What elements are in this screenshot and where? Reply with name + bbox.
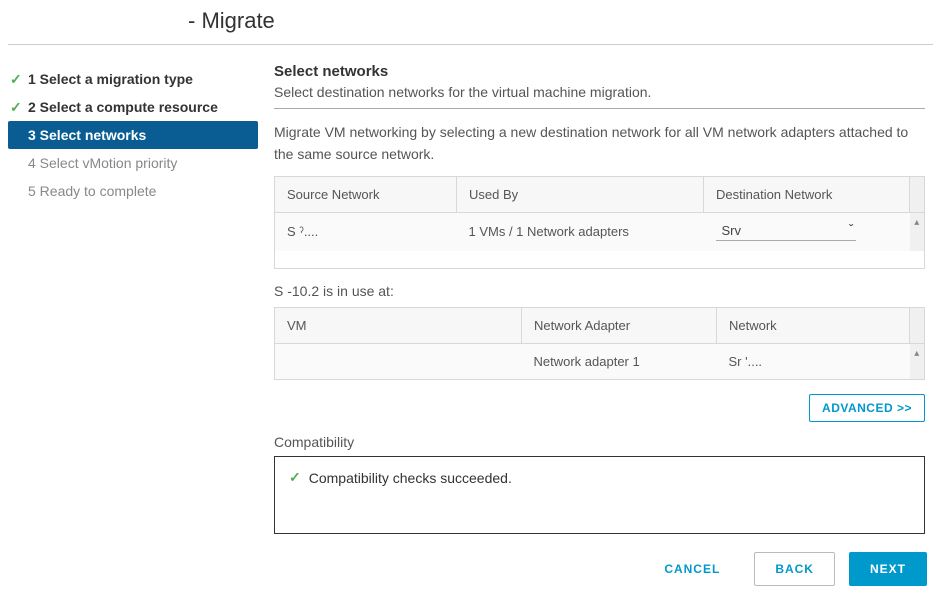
step-vmotion-priority: 4 Select vMotion priority <box>8 149 258 177</box>
network-mapping-table: Source Network Used By Destination Netwo… <box>274 176 925 270</box>
compatibility-message: Compatibility checks succeeded. <box>309 470 512 486</box>
step-label: 3 Select networks <box>28 127 146 143</box>
col-network[interactable]: Network <box>717 308 910 344</box>
compatibility-label: Compatibility <box>274 434 925 450</box>
col-adapter[interactable]: Network Adapter <box>522 308 717 344</box>
step-label: 5 Ready to complete <box>28 183 156 199</box>
cancel-button[interactable]: CANCEL <box>644 553 740 585</box>
compatibility-row: ✓ Compatibility checks succeeded. <box>289 469 910 486</box>
page-title: - Migrate <box>188 8 275 33</box>
check-icon: ✓ <box>289 469 301 486</box>
scroll-column <box>910 308 925 344</box>
step-select-networks[interactable]: 3 Select networks <box>8 121 258 149</box>
content-panel: Select networks Select destination netwo… <box>258 53 933 534</box>
advanced-button[interactable]: ADVANCED >> <box>809 394 925 422</box>
cell-usedby: 1 VMs / 1 Network adapters <box>457 212 704 251</box>
section-desc: Select destination networks for the virt… <box>274 84 925 100</box>
scroll-column <box>910 176 925 212</box>
advanced-row: ADVANCED >> <box>274 394 925 422</box>
scroll-up-icon[interactable]: ▴ <box>910 212 925 251</box>
col-vm[interactable]: VM <box>275 308 522 344</box>
destination-network-select[interactable]: Srv <box>716 223 856 241</box>
wizard-footer: CANCEL BACK NEXT <box>644 552 927 586</box>
step-label: 1 Select a migration type <box>28 71 193 87</box>
step-migration-type[interactable]: 1 Select a migration type <box>8 65 258 93</box>
col-used-by[interactable]: Used By <box>457 176 704 212</box>
col-destination-network[interactable]: Destination Network <box>704 176 910 212</box>
instruction-text: Migrate VM networking by selecting a new… <box>274 121 925 166</box>
cell-network: Sr '.... <box>717 344 910 380</box>
table-row-empty <box>275 251 925 269</box>
compatibility-box: ✓ Compatibility checks succeeded. <box>274 456 925 534</box>
step-label: 4 Select vMotion priority <box>28 155 177 171</box>
step-label: 2 Select a compute resource <box>28 99 218 115</box>
scroll-up-icon[interactable]: ▴ <box>910 344 925 380</box>
table-row[interactable]: Network adapter 1 Sr '.... ▴ <box>275 344 925 380</box>
cell-source: S ˀ.... <box>275 212 457 251</box>
wizard-steps-sidebar: 1 Select a migration type 2 Select a com… <box>8 53 258 534</box>
cell-destination[interactable]: Srv <box>704 212 910 251</box>
step-compute-resource[interactable]: 2 Select a compute resource <box>8 93 258 121</box>
main-container: 1 Select a migration type 2 Select a com… <box>0 45 941 534</box>
cell-adapter: Network adapter 1 <box>522 344 717 380</box>
col-source-network[interactable]: Source Network <box>275 176 457 212</box>
step-ready-complete: 5 Ready to complete <box>8 177 258 205</box>
next-button[interactable]: NEXT <box>849 552 927 586</box>
cell-vm <box>275 344 522 380</box>
back-button[interactable]: BACK <box>754 552 835 586</box>
divider <box>274 108 925 109</box>
in-use-label: S -10.2 is in use at: <box>274 283 925 299</box>
wizard-header: - Migrate <box>8 0 933 45</box>
table-row[interactable]: S ˀ.... 1 VMs / 1 Network adapters Srv ▴ <box>275 212 925 251</box>
vm-usage-table: VM Network Adapter Network Network adapt… <box>274 307 925 380</box>
section-title: Select networks <box>274 63 925 80</box>
